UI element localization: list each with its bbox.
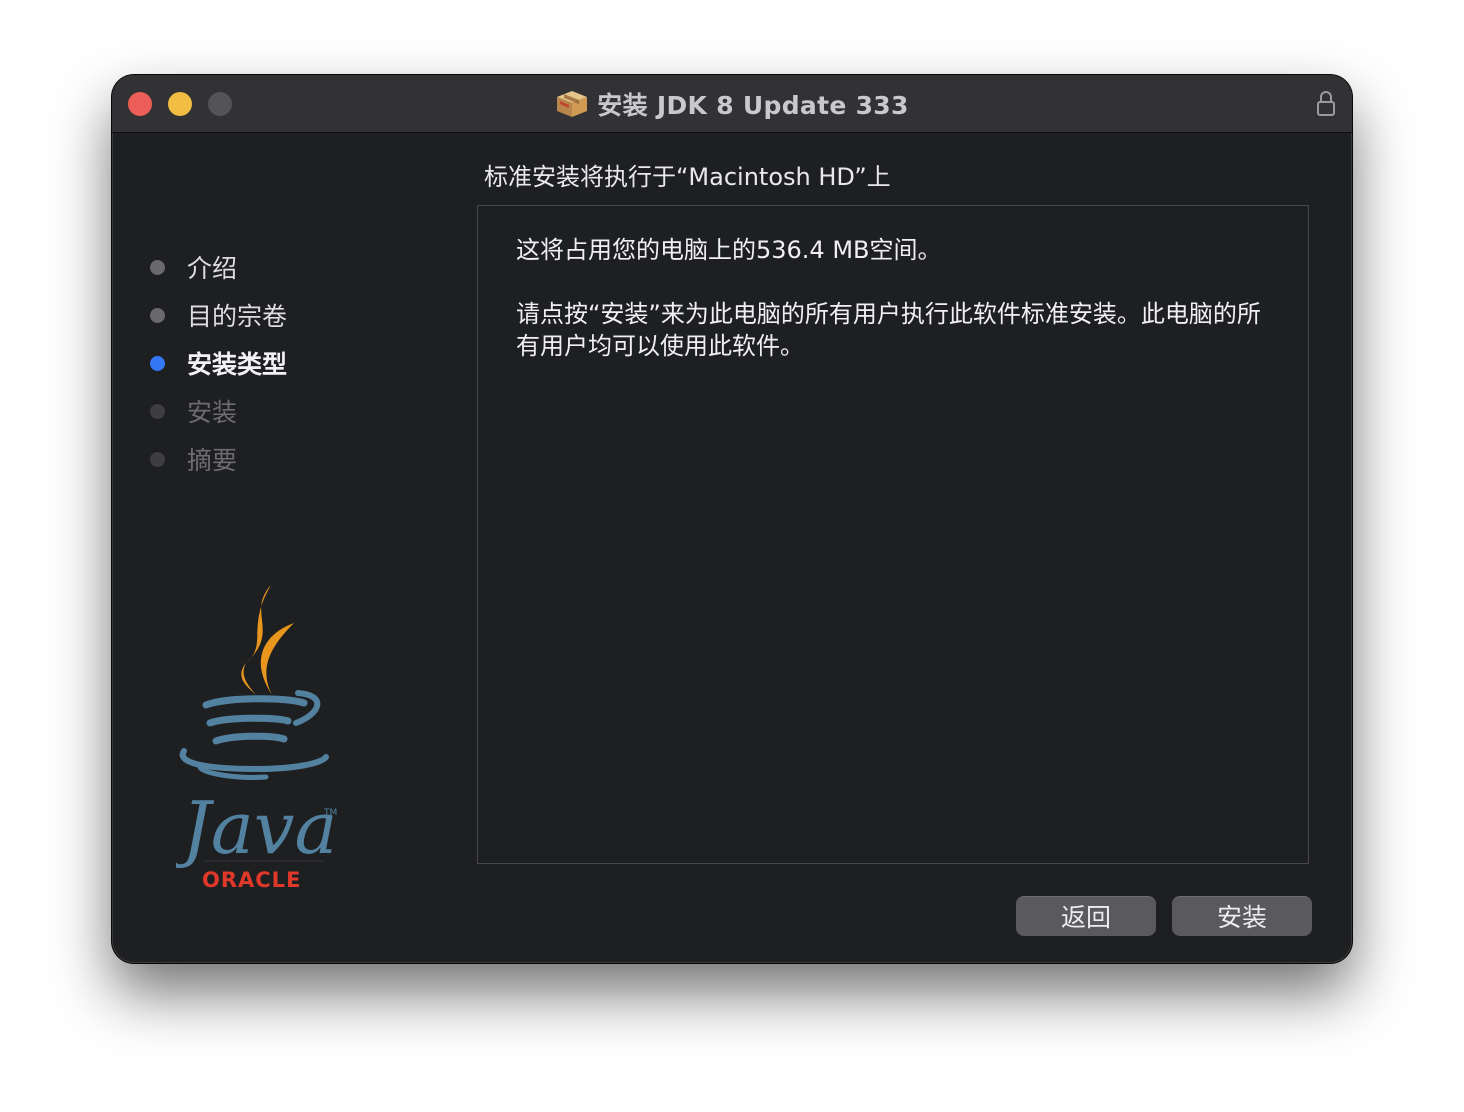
step-label: 安装类型 — [187, 350, 288, 379]
package-box-icon — [557, 90, 588, 117]
java-wordmark: Java — [176, 786, 337, 870]
step-label: 摘要 — [187, 446, 238, 475]
step-destination: 目的宗卷 — [150, 291, 430, 339]
space-required-text: 这将占用您的电脑上的536.4 MB空间。 — [516, 236, 942, 264]
installer-window: 安装 JDK 8 Update 333 标准安装将执行于“Macintosh H… — [112, 75, 1352, 963]
step-status-dot — [150, 451, 165, 467]
java-oracle-logo: Java TM ORACLE — [176, 585, 337, 892]
installer-steps: 介绍 目的宗卷 安装类型 安装 摘要 — [150, 243, 430, 483]
step-status-dot — [150, 403, 165, 419]
window-title: 安装 JDK 8 Update 333 — [597, 90, 909, 120]
trademark-mark: TM — [323, 808, 337, 818]
install-description-text: 请点按“安装”来为此电脑的所有用户执行此软件标准安装。此电脑的所有用户均可以使用… — [516, 300, 1261, 360]
step-status-dot — [150, 259, 165, 275]
window-title-group: 安装 JDK 8 Update 333 — [112, 75, 1352, 132]
step-label: 安装 — [187, 398, 238, 427]
step-status-dot — [150, 307, 165, 323]
step-label: 介绍 — [187, 254, 238, 283]
content-panel: 这将占用您的电脑上的536.4 MB空间。 请点按“安装”来为此电脑的所有用户执… — [477, 205, 1309, 864]
install-button[interactable]: 安装 — [1172, 896, 1312, 936]
page-title: 标准安装将执行于“Macintosh HD”上 — [484, 163, 891, 191]
step-introduction: 介绍 — [150, 243, 430, 291]
title-bar: 安装 JDK 8 Update 333 — [112, 75, 1352, 133]
oracle-wordmark: ORACLE — [202, 868, 301, 892]
back-button[interactable]: 返回 — [1016, 896, 1156, 936]
step-installation-type: 安装类型 — [150, 339, 430, 387]
step-summary: 摘要 — [150, 435, 430, 483]
step-label: 目的宗卷 — [187, 302, 288, 331]
lock-icon[interactable] — [1316, 89, 1336, 119]
step-install: 安装 — [150, 387, 430, 435]
step-status-dot — [150, 355, 165, 371]
